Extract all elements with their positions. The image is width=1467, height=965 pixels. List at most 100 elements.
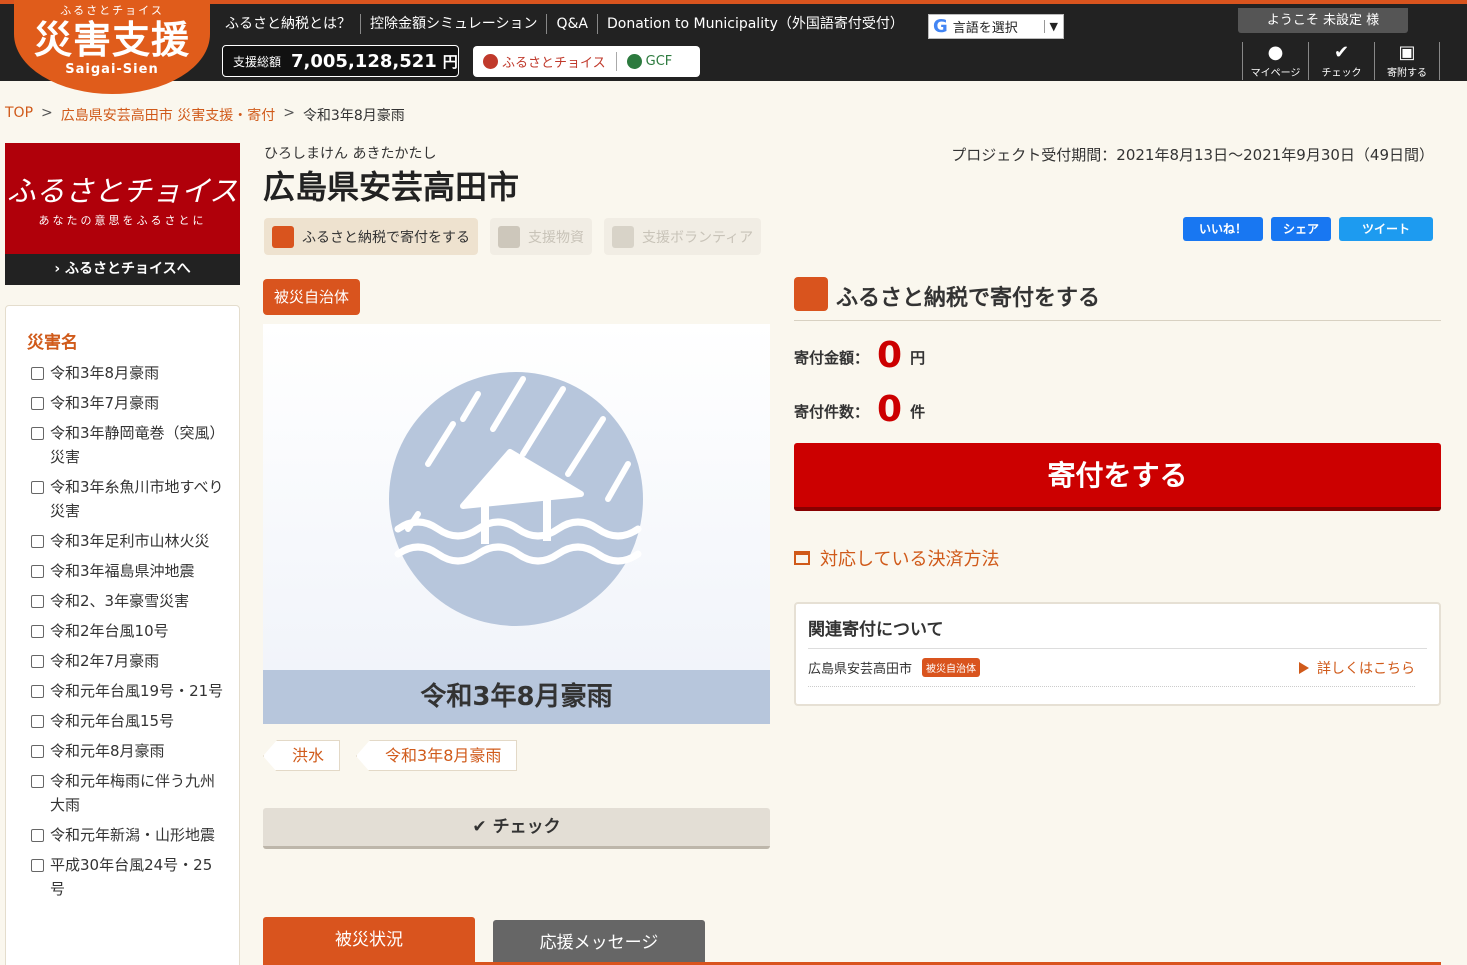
banner-link[interactable]: › ふるさとチョイスへ	[5, 254, 240, 285]
donation-heading: ふるさと納税で寄付をする	[794, 277, 1441, 321]
tab-label: 支援物資	[528, 229, 584, 246]
disaster-filter-item[interactable]: 令和3年足利市山林火災	[31, 529, 226, 553]
checkmark-icon: ✔	[1333, 42, 1350, 63]
tab-furusato-donation[interactable]: ふるさと納税で寄付をする	[264, 218, 478, 255]
project-period: プロジェクト受付期間：2021年8月13日〜2021年9月30日（49日間）	[951, 146, 1434, 164]
disaster-label: 令和元年新潟・山形地震	[50, 826, 216, 844]
related-more-label: 詳しくはこちら	[1317, 660, 1415, 677]
mypage-button[interactable]: ● マイページ	[1242, 42, 1308, 80]
disaster-label: 令和3年7月豪雨	[50, 394, 160, 412]
disaster-filter-item[interactable]: 令和2年台風10号	[31, 619, 226, 643]
disaster-filter-item[interactable]: 令和3年8月豪雨	[31, 361, 226, 385]
tab-damage-status[interactable]: 被災状況	[263, 917, 475, 965]
furusato-choice-banner[interactable]: ふるさとチョイス あなたの意思をふるさとに › ふるさとチョイスへ	[5, 143, 240, 285]
disaster-checkbox[interactable]	[31, 481, 44, 494]
disaster-filter-item[interactable]: 令和2、3年豪雪災害	[31, 589, 226, 613]
disaster-label: 令和元年台風15号	[50, 712, 175, 730]
project-image	[263, 324, 770, 670]
choice-logo-icon	[483, 54, 498, 69]
disaster-checkbox[interactable]	[31, 565, 44, 578]
disaster-filter-item[interactable]: 令和元年8月豪雨	[31, 739, 226, 763]
related-row: 広島県安芸高田市 被災自治体 詳しくはこちら	[808, 649, 1415, 687]
breadcrumb-parent[interactable]: 広島県安芸高田市 災害支援・寄付	[61, 105, 275, 125]
check-button[interactable]: ✔ チェック	[263, 808, 770, 849]
tag-disaster[interactable]: 令和3年8月豪雨	[356, 740, 518, 772]
affected-municipality-badge: 被災自治体	[263, 279, 360, 315]
disaster-checkbox[interactable]	[31, 655, 44, 668]
related-title: 関連寄付について	[808, 615, 1427, 649]
facebook-like-button[interactable]: いいね！	[1183, 217, 1263, 241]
google-icon: G	[933, 16, 948, 37]
total-unit: 円	[442, 52, 458, 71]
disaster-checkbox[interactable]	[31, 745, 44, 758]
disaster-checkbox[interactable]	[31, 625, 44, 638]
tweet-button[interactable]: ツイート	[1339, 217, 1433, 241]
tab-label: ふるさと納税で寄付をする	[302, 229, 470, 246]
disaster-filter-item[interactable]: 令和3年糸魚川市地すべり災害	[31, 475, 226, 523]
disaster-filter-item[interactable]: 令和3年静岡竜巻（突風）災害	[31, 421, 226, 469]
disaster-filter: 災害名 令和3年8月豪雨 令和3年7月豪雨 令和3年静岡竜巻（突風）災害 令和3年糸魚…	[5, 305, 240, 965]
disaster-checkbox[interactable]	[31, 427, 44, 440]
donate-header-button[interactable]: ▣ 寄附する	[1374, 42, 1440, 80]
furusato-choice-link[interactable]: ふるさとチョイス	[473, 52, 617, 71]
disaster-filter-item[interactable]: 令和元年梅雨に伴う九州大雨	[31, 769, 226, 817]
related-more-link[interactable]: 詳しくはこちら	[1299, 658, 1415, 678]
disaster-checkbox[interactable]	[31, 829, 44, 842]
disaster-label: 令和2年7月豪雨	[50, 652, 160, 670]
nav-qa[interactable]: Q&A	[547, 14, 598, 34]
gcf-link[interactable]: GCF	[617, 54, 683, 69]
calendar-icon	[794, 551, 810, 565]
disaster-filter-item[interactable]: 令和2年7月豪雨	[31, 649, 226, 673]
municipality-title: 広島県安芸高田市	[263, 168, 520, 206]
facebook-share-button[interactable]: シェア	[1271, 217, 1331, 241]
disaster-filter-item[interactable]: 平成30年台風24号・25号	[31, 853, 226, 901]
breadcrumb-top[interactable]: TOP	[5, 105, 33, 125]
disaster-filter-item[interactable]: 令和3年7月豪雨	[31, 391, 226, 415]
dropdown-arrow-icon: ▼	[1043, 20, 1063, 33]
payment-methods-link[interactable]: 対応している決済方法	[794, 545, 999, 571]
disaster-label: 令和元年梅雨に伴う九州大雨	[50, 772, 216, 814]
payment-link-label: 対応している決済方法	[820, 549, 1000, 570]
tab-volunteer: 支援ボランティア	[604, 218, 762, 255]
nav-deduction-simulation[interactable]: 控除金額シミュレーション	[361, 14, 548, 34]
disaster-checkbox[interactable]	[31, 775, 44, 788]
content-tabs: 被災状況 応援メッセージ	[263, 917, 705, 965]
language-select[interactable]: G 言語を選択 ▼	[928, 14, 1064, 39]
disaster-checkbox[interactable]	[31, 397, 44, 410]
disaster-filter-item[interactable]: 令和元年台風15号	[31, 709, 226, 733]
check-list-button[interactable]: ✔ チェック	[1308, 42, 1374, 80]
disaster-checkbox[interactable]	[31, 685, 44, 698]
check-label: チェック	[1321, 68, 1362, 79]
tab-support-messages[interactable]: 応援メッセージ	[493, 920, 705, 965]
amount-unit: 円	[910, 349, 926, 367]
disaster-filter-item[interactable]: 令和3年福島県沖地震	[31, 559, 226, 583]
disaster-filter-item[interactable]: 令和元年台風19号・21号	[31, 679, 226, 703]
support-mode-tabs: ふるさと納税で寄付をする 支援物資 支援ボランティア	[264, 218, 762, 255]
banner-title: ふるさとチョイス	[6, 174, 239, 208]
tag-flood[interactable]: 洪水	[263, 740, 341, 772]
site-header: ふるさと納税とは？ 控除金額シミュレーション Q&A Donation to M…	[0, 0, 1467, 81]
disaster-checkbox[interactable]	[31, 595, 44, 608]
tab-relief-supplies: 支援物資	[490, 218, 592, 255]
nav-foreign-donation[interactable]: Donation to Municipality（外国語寄付受付）	[598, 14, 913, 34]
total-support-box: 支援総額 7,005,128,521 円	[222, 45, 459, 77]
related-donations: 関連寄付について 広島県安芸高田市 被災自治体 詳しくはこちら	[794, 602, 1441, 706]
disaster-checkbox[interactable]	[31, 715, 44, 728]
project-caption: 令和3年8月豪雨	[263, 670, 770, 724]
nav-about-furusato[interactable]: ふるさと納税とは？	[216, 14, 361, 34]
disaster-label: 令和2、3年豪雪災害	[50, 592, 190, 610]
disaster-label: 平成30年台風24号・25号	[50, 856, 213, 898]
breadcrumb-current: 令和3年8月豪雨	[302, 108, 405, 124]
handshake-icon	[612, 225, 634, 248]
brand-links: ふるさとチョイス GCF	[473, 46, 700, 77]
disaster-checkbox[interactable]	[31, 367, 44, 380]
breadcrumb: TOP > 広島県安芸高田市 災害支援・寄付 > 令和3年8月豪雨	[5, 105, 405, 125]
donate-box-icon: ▣	[1398, 42, 1416, 63]
donate-button[interactable]: 寄付をする	[794, 443, 1441, 511]
disaster-checkbox[interactable]	[31, 859, 44, 872]
count-unit: 件	[910, 403, 926, 421]
gcf-link-label: GCF	[645, 54, 673, 69]
disaster-filter-item[interactable]: 令和元年新潟・山形地震	[31, 823, 226, 847]
language-select-label: 言語を選択	[952, 21, 1018, 36]
disaster-checkbox[interactable]	[31, 535, 44, 548]
